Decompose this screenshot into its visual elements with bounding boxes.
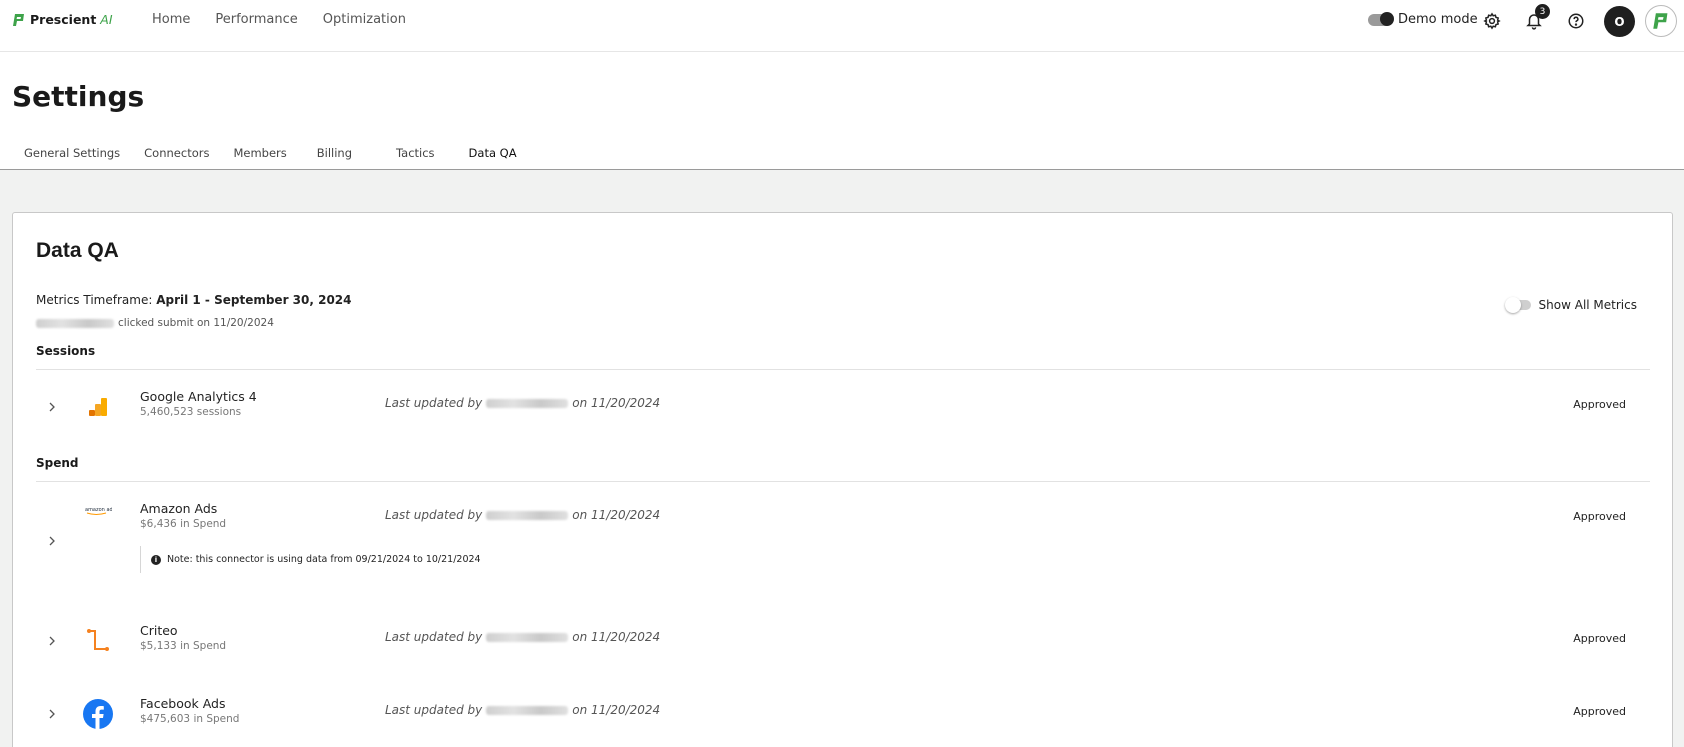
metrics-timeframe: Metrics Timeframe: April 1 - September 3… [36, 293, 352, 307]
list-item: Facebook Ads $475,603 in Spend Last upda… [36, 686, 1650, 746]
nav-optimization[interactable]: Optimization [323, 12, 406, 27]
source-metric: $5,133 in Spend [140, 640, 227, 652]
org-logo-icon [1653, 13, 1668, 29]
updated-suffix: on 11/20/2024 [572, 508, 661, 522]
tab-connectors[interactable]: Connectors [132, 138, 221, 171]
brand-suffix: AI [100, 12, 113, 27]
brand-name: Prescient [30, 12, 97, 27]
nav-performance[interactable]: Performance [215, 12, 297, 27]
tab-billing[interactable]: Billing [299, 138, 374, 171]
updated-suffix: on 11/20/2024 [572, 396, 661, 410]
last-updated: Last updated by on 11/20/2024 [385, 630, 660, 644]
source-metric: 5,460,523 sessions [140, 406, 242, 418]
note-text: Note: this connector is using data from … [167, 554, 481, 565]
source-metric: $475,603 in Spend [140, 713, 240, 725]
tab-data-qa[interactable]: Data QA [456, 138, 529, 171]
last-updated: Last updated by on 11/20/2024 [385, 703, 660, 717]
connector-note: i Note: this connector is using data fro… [140, 546, 481, 573]
updated-prefix: Last updated by [385, 396, 483, 410]
redacted-user-name [486, 632, 569, 642]
show-all-metrics-switch[interactable] [1504, 297, 1531, 313]
list-item: amazon ads Amazon Ads $6,436 in Spend La… [36, 495, 1650, 597]
chevron-right-icon[interactable] [46, 401, 58, 413]
tab-general-settings[interactable]: General Settings [12, 138, 132, 171]
section-spend-heading: Spend [36, 456, 79, 470]
last-updated: Last updated by on 11/20/2024 [385, 508, 660, 522]
status-badge: Approved [1573, 632, 1626, 645]
brand-logo[interactable]: Prescient AI [12, 12, 113, 27]
timeframe-value: April 1 - September 30, 2024 [156, 293, 352, 307]
redacted-user-name [36, 318, 114, 328]
submit-info: clicked submit on 11/20/2024 [36, 317, 274, 329]
redacted-user-name [486, 705, 569, 715]
source-name: Google Analytics 4 [140, 389, 257, 404]
criteo-icon [83, 626, 113, 656]
settings-gear-icon[interactable] [1482, 11, 1502, 31]
show-all-metrics-toggle[interactable]: Show All Metrics [1504, 297, 1637, 313]
source-name: Criteo [140, 623, 178, 638]
chevron-right-icon[interactable] [46, 535, 58, 547]
source-name: Facebook Ads [140, 696, 226, 711]
timeframe-label: Metrics Timeframe: [36, 293, 153, 307]
prescient-logo-icon [13, 13, 24, 26]
top-navbar: Prescient AI Home Performance Optimizati… [0, 0, 1684, 52]
user-avatar[interactable]: O [1604, 6, 1635, 37]
chevron-right-icon[interactable] [46, 708, 58, 720]
updated-suffix: on 11/20/2024 [572, 703, 661, 717]
redacted-user-name [486, 510, 569, 520]
section-divider [36, 481, 1650, 482]
status-badge: Approved [1573, 705, 1626, 718]
demo-mode-label: Demo mode [1398, 12, 1478, 27]
svg-text:amazon ads: amazon ads [85, 507, 112, 513]
facebook-icon [83, 699, 113, 729]
demo-mode-switch[interactable] [1368, 11, 1394, 26]
redacted-user-name [486, 398, 569, 408]
updated-prefix: Last updated by [385, 508, 483, 522]
info-icon: i [151, 554, 161, 565]
tab-tactics[interactable]: Tactics [374, 138, 457, 171]
amazon-ads-icon: amazon ads [83, 495, 113, 525]
updated-prefix: Last updated by [385, 703, 483, 717]
notification-count-badge: 3 [1535, 4, 1550, 19]
organization-switcher[interactable] [1645, 5, 1677, 37]
show-all-metrics-label: Show All Metrics [1538, 298, 1637, 312]
main-nav: Home Performance Optimization [152, 12, 406, 27]
help-icon[interactable] [1566, 11, 1586, 31]
card-title: Data QA [36, 239, 119, 262]
list-item: Criteo $5,133 in Spend Last updated by o… [36, 613, 1650, 673]
status-badge: Approved [1573, 398, 1626, 411]
data-qa-card: Data QA Metrics Timeframe: April 1 - Sep… [12, 212, 1673, 747]
section-sessions-heading: Sessions [36, 344, 96, 358]
submit-text: clicked submit on 11/20/2024 [118, 317, 274, 329]
source-metric: $6,436 in Spend [140, 518, 227, 530]
last-updated: Last updated by on 11/20/2024 [385, 396, 660, 410]
list-item: Google Analytics 4 5,460,523 sessions La… [36, 383, 1650, 443]
google-analytics-icon [83, 392, 113, 422]
status-badge: Approved [1573, 510, 1626, 523]
page-title: Settings [12, 80, 145, 113]
chevron-right-icon[interactable] [46, 635, 58, 647]
nav-home[interactable]: Home [152, 12, 190, 27]
settings-tabs: General Settings Connectors Members Bill… [12, 138, 529, 171]
updated-prefix: Last updated by [385, 630, 483, 644]
section-divider [36, 369, 1650, 370]
demo-mode-toggle[interactable]: Demo mode [1368, 11, 1478, 27]
source-name: Amazon Ads [140, 501, 218, 516]
tab-members[interactable]: Members [221, 138, 298, 171]
updated-suffix: on 11/20/2024 [572, 630, 661, 644]
